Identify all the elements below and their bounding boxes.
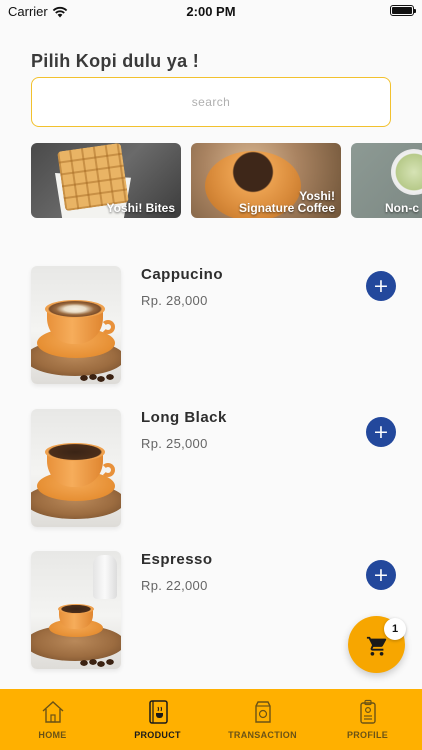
- category-label-line: Signature Coffee: [238, 201, 335, 216]
- category-label-line: Non-c: [385, 201, 419, 216]
- id-card-icon: [359, 699, 376, 724]
- category-label: Non-c: [385, 202, 419, 215]
- nav-label: HOME: [38, 730, 67, 740]
- category-card-yoshi-bites[interactable]: Yoshi! Bites: [31, 143, 181, 218]
- category-label-line: Yoshi! Bites: [106, 201, 175, 216]
- product-name: Long Black: [141, 409, 227, 426]
- bag-icon: [254, 701, 271, 723]
- product-image: [31, 551, 121, 669]
- product-name: Espresso: [141, 551, 213, 568]
- category-card-non-coffee[interactable]: Non-c: [351, 143, 422, 218]
- product-image: [31, 266, 121, 384]
- nav-product[interactable]: PRODUCT: [105, 689, 210, 750]
- battery-icon: [390, 5, 416, 16]
- nav-label: PROFILE: [346, 730, 389, 740]
- nav-home[interactable]: HOME: [0, 689, 105, 750]
- category-image: [391, 149, 422, 195]
- add-to-cart-button[interactable]: +: [366, 417, 396, 447]
- category-label: Yoshi! Signature Coffee: [239, 190, 335, 215]
- category-carousel[interactable]: Yoshi! Bites Yoshi! Signature Coffee Non…: [31, 143, 422, 218]
- menu-book-icon: [148, 700, 168, 724]
- category-label: Yoshi! Bites: [107, 202, 175, 215]
- status-time: 2:00 PM: [186, 4, 236, 19]
- status-bar: Carrier 2:00 PM: [0, 0, 422, 24]
- cart-icon: [366, 636, 387, 656]
- product-item[interactable]: Long Black Rp. 25,000 +: [0, 409, 422, 529]
- product-image: [31, 409, 121, 527]
- cart-count-badge: 1: [384, 618, 406, 640]
- nav-label: PRODUCT: [134, 730, 181, 740]
- product-price: Rp. 25,000: [141, 436, 208, 451]
- product-price: Rp. 28,000: [141, 293, 208, 308]
- nav-transaction[interactable]: TRANSACTION: [210, 689, 315, 750]
- nav-label: TRANSACTION: [228, 730, 297, 740]
- search-input[interactable]: [32, 78, 390, 126]
- page-title: Pilih Kopi dulu ya !: [31, 51, 199, 71]
- add-to-cart-button[interactable]: +: [366, 560, 396, 590]
- home-icon: [42, 701, 63, 723]
- category-card-signature-coffee[interactable]: Yoshi! Signature Coffee: [191, 143, 341, 218]
- product-price: Rp. 22,000: [141, 578, 208, 593]
- product-name: Cappucino: [141, 266, 223, 283]
- add-to-cart-button[interactable]: +: [366, 271, 396, 301]
- nav-profile[interactable]: PROFILE: [315, 689, 420, 750]
- bottom-navigation: HOME PRODUCT TRANSACTION PROFILE: [0, 689, 422, 750]
- product-item[interactable]: Cappucino Rp. 28,000 +: [0, 266, 422, 386]
- search-box: [31, 77, 391, 127]
